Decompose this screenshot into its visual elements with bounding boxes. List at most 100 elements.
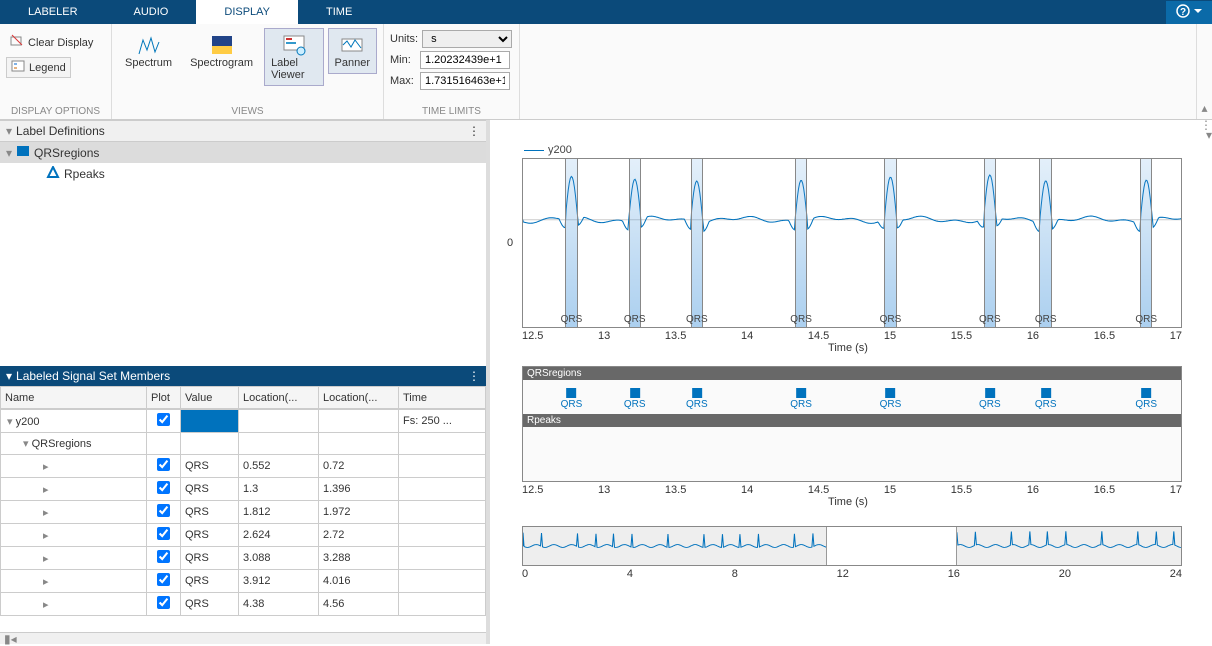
panner-axes[interactable] [522,526,1182,566]
table-row[interactable]: ▸QRS0.5520.72 [1,455,486,478]
plot-checkbox[interactable] [157,413,170,426]
labelviewer-icon [282,33,306,57]
panner-label: Panner [335,57,370,69]
spectrum-button[interactable]: Spectrum [118,28,179,74]
qrs-region[interactable] [691,159,703,327]
tab-audio[interactable]: AUDIO [106,0,197,24]
xtick: 15.5 [951,330,972,342]
plot-checkbox[interactable] [157,481,170,494]
qrs-region-label: QRS [790,314,812,325]
xtick: 20 [1059,568,1071,580]
panner-selection[interactable] [826,527,958,565]
table-row[interactable]: ▸QRS3.0883.288 [1,547,486,570]
xtick: 15.5 [951,484,972,496]
qrs-track-marker[interactable]: QRS [624,388,646,410]
col-value[interactable]: Value [181,387,239,409]
plot-checkbox[interactable] [157,596,170,609]
kebab-icon[interactable]: ⋮ [468,124,480,138]
collapse-toolstrip-icon[interactable]: ▴ [1201,101,1207,115]
qrs-region-label: QRS [979,314,1001,325]
labelviewer-button[interactable]: Label Viewer [264,28,323,86]
toolstrip-tabs: LABELER AUDIO DISPLAY TIME ? [0,0,1212,24]
xtick: 0 [522,568,528,580]
tab-display[interactable]: DISPLAY [196,0,298,24]
qrs-region-label: QRS [880,314,902,325]
spectrogram-button[interactable]: Spectrogram [183,28,260,74]
xtick: 13 [598,330,610,342]
plot-checkbox[interactable] [157,573,170,586]
spectrum-icon [137,33,161,57]
qrs-region[interactable] [1140,159,1152,327]
units-select[interactable]: s [422,30,512,48]
toolstrip-body: Clear Display Legend DISPLAY OPTIONS Spe… [0,24,1212,120]
section-display-options-label: DISPLAY OPTIONS [6,106,105,118]
table-row[interactable]: ▸QRS4.384.56 [1,593,486,616]
qrs-region-label: QRS [561,314,583,325]
qrs-region[interactable] [884,159,896,327]
xtick: 14 [741,484,753,496]
xlabel-main: Time (s) [494,342,1202,358]
kebab-icon[interactable]: ⋮ [468,369,480,383]
col-plot[interactable]: Plot [147,387,181,409]
track-body-rpeaks[interactable] [523,427,1181,481]
panner-button[interactable]: Panner [328,28,377,74]
col-locmin[interactable]: Location(... [239,387,319,409]
qrs-region[interactable] [1039,159,1051,327]
xtick: 17 [1170,330,1182,342]
xtick: 14.5 [808,484,829,496]
ytick-0: 0 [507,237,513,249]
xtick: 14 [741,330,753,342]
qrs-region[interactable] [629,159,641,327]
expand-icon[interactable]: ▾ [6,146,12,160]
table-row[interactable]: ▸QRS3.9124.016 [1,570,486,593]
clear-icon [10,34,24,51]
tab-labeler[interactable]: LABELER [0,0,106,24]
definition-rpeaks[interactable]: Rpeaks [0,163,486,184]
xtick: 16 [948,568,960,580]
qrs-track-marker[interactable]: QRS [561,388,583,410]
collapse-icon[interactable]: ▾ [6,124,12,138]
qrs-region[interactable] [984,159,996,327]
collapse-icon[interactable]: ▾ [6,369,12,383]
spectrogram-label: Spectrogram [190,57,253,69]
qrs-track-marker[interactable]: QRS [790,388,812,410]
qrs-track-marker[interactable]: QRS [979,388,1001,410]
svg-text:?: ? [1180,7,1186,18]
table-row[interactable]: ▸QRS1.31.396 [1,478,486,501]
min-input[interactable] [420,51,510,69]
legend-button[interactable]: Legend [6,57,71,78]
definition-label: Rpeaks [64,167,105,181]
plot-checkbox[interactable] [157,504,170,517]
qrs-track-marker[interactable]: QRS [686,388,708,410]
qrs-region[interactable] [795,159,807,327]
plot-checkbox[interactable] [157,458,170,471]
qrs-track-marker[interactable]: QRS [880,388,902,410]
qrs-region[interactable] [565,159,577,327]
plot-checkbox[interactable] [157,527,170,540]
table-row[interactable]: ▾ QRSregions [1,433,486,455]
help-dropdown[interactable]: ? [1166,1,1212,24]
table-row[interactable]: ▾ y200Fs: 250 ... [1,410,486,433]
qrs-region-label: QRS [624,314,646,325]
spectrogram-icon [210,33,234,57]
table-row[interactable]: ▸QRS2.6242.72 [1,524,486,547]
definition-qrsregions[interactable]: ▾ QRSregions [0,142,486,163]
tab-time[interactable]: TIME [298,0,380,24]
point-icon [46,166,60,181]
max-input[interactable] [420,72,510,90]
col-locmax[interactable]: Location(... [319,387,399,409]
signal-axes[interactable]: 0 QRSQRSQRSQRSQRSQRSQRSQRS [522,158,1182,328]
units-label: Units: [390,33,418,45]
members-title: Labeled Signal Set Members [16,369,170,383]
qrs-track-marker[interactable]: QRS [1135,388,1157,410]
members-header: ▾ Labeled Signal Set Members ⋮ [0,366,486,386]
col-name[interactable]: Name [1,387,147,409]
col-time[interactable]: Time [399,387,486,409]
xtick: 14.5 [808,330,829,342]
plot-checkbox[interactable] [157,550,170,563]
first-page-icon[interactable]: ▮◂ [4,632,17,646]
qrs-track-marker[interactable]: QRS [1035,388,1057,410]
track-body-qrs[interactable]: QRS QRS QRS QRS QRS QRS QRS QRS [523,380,1181,414]
clear-display-button[interactable]: Clear Display [6,32,97,53]
table-row[interactable]: ▸QRS1.8121.972 [1,501,486,524]
